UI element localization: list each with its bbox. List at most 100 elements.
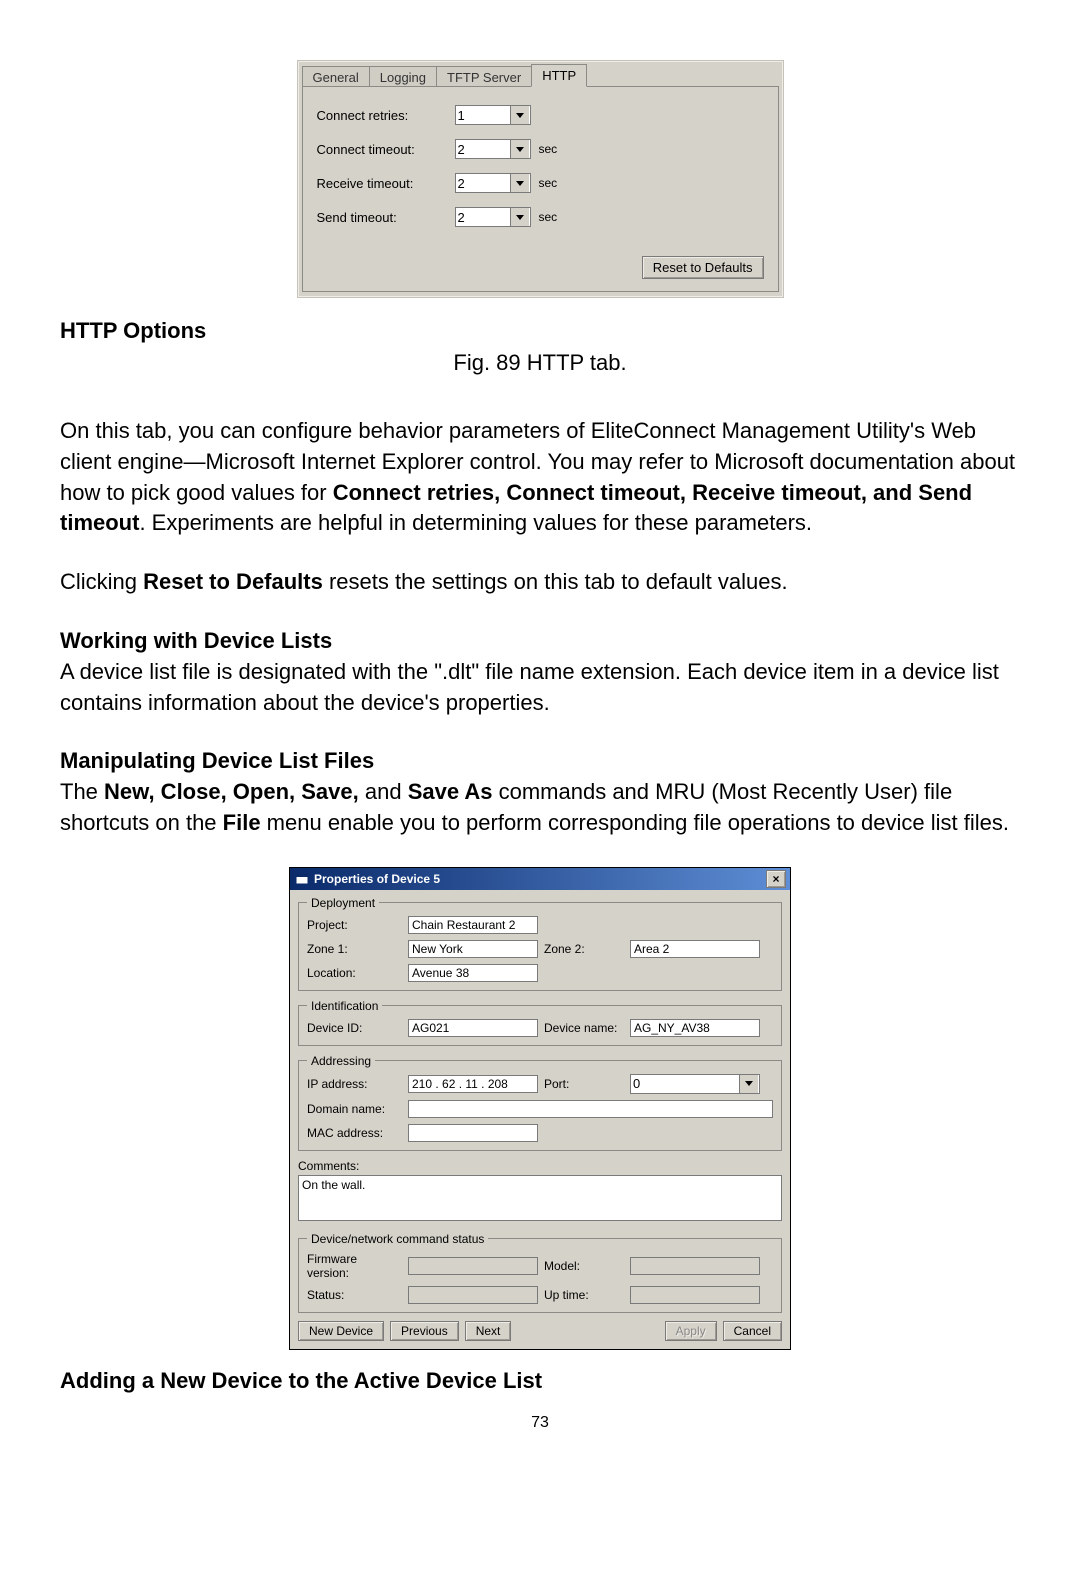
group-deployment: Deployment Project: Zone 1: Zone 2: Loca… bbox=[298, 896, 782, 991]
connect-timeout-input[interactable] bbox=[456, 140, 510, 158]
row-send-timeout: Send timeout: sec bbox=[317, 207, 764, 227]
project-label: Project: bbox=[307, 918, 402, 932]
text: The bbox=[60, 779, 104, 804]
device-id-input[interactable] bbox=[408, 1019, 538, 1037]
device-name-label: Device name: bbox=[544, 1021, 624, 1035]
dialog-title: Properties of Device 5 bbox=[314, 872, 440, 886]
group-addressing: Addressing IP address: Port: Domain name… bbox=[298, 1054, 782, 1151]
chevron-down-icon[interactable] bbox=[510, 140, 529, 158]
next-button[interactable]: Next bbox=[465, 1321, 512, 1341]
text: menu enable you to perform corresponding… bbox=[261, 810, 1009, 835]
tab-tftp-server[interactable]: TFTP Server bbox=[436, 66, 532, 88]
receive-timeout-input[interactable] bbox=[456, 174, 510, 192]
model-label: Model: bbox=[544, 1259, 624, 1273]
port-input[interactable] bbox=[631, 1075, 739, 1093]
para-manipulating: Manipulating Device List Files The New, … bbox=[60, 746, 1020, 838]
window-icon bbox=[294, 871, 310, 887]
group-status: Device/network command status Firmware v… bbox=[298, 1232, 782, 1313]
receive-timeout-label: Receive timeout: bbox=[317, 176, 447, 191]
mac-label: MAC address: bbox=[307, 1126, 402, 1140]
group-identification: Identification Device ID: Device name: bbox=[298, 999, 782, 1046]
para-working-with: Working with Device Lists A device list … bbox=[60, 626, 1020, 718]
status-label: Status: bbox=[307, 1288, 402, 1302]
device-name-input[interactable] bbox=[630, 1019, 760, 1037]
adding-new-heading: Adding a New Device to the Active Device… bbox=[60, 1368, 1020, 1394]
tab-logging[interactable]: Logging bbox=[369, 66, 437, 88]
chevron-down-icon[interactable] bbox=[510, 208, 529, 226]
location-label: Location: bbox=[307, 966, 402, 980]
text: Clicking bbox=[60, 569, 143, 594]
ip-input[interactable] bbox=[408, 1075, 538, 1093]
connect-timeout-combo[interactable] bbox=[455, 139, 531, 159]
dialog-body: Deployment Project: Zone 1: Zone 2: Loca… bbox=[290, 890, 790, 1349]
connect-timeout-unit: sec bbox=[539, 142, 558, 156]
receive-timeout-combo[interactable] bbox=[455, 173, 531, 193]
identification-legend: Identification bbox=[307, 999, 382, 1013]
zone2-input[interactable] bbox=[630, 940, 760, 958]
page-number: 73 bbox=[60, 1414, 1020, 1432]
ip-label: IP address: bbox=[307, 1077, 402, 1091]
zone1-label: Zone 1: bbox=[307, 942, 402, 956]
model-input bbox=[630, 1257, 760, 1275]
text: A device list file is designated with th… bbox=[60, 659, 999, 715]
properties-dialog: Properties of Device 5 × Deployment Proj… bbox=[289, 867, 791, 1350]
status-legend: Device/network command status bbox=[307, 1232, 488, 1246]
connect-retries-input[interactable] bbox=[456, 106, 510, 124]
comments-label: Comments: bbox=[298, 1159, 782, 1173]
uptime-input bbox=[630, 1286, 760, 1304]
domain-input[interactable] bbox=[408, 1100, 773, 1118]
fw-label: Firmware version: bbox=[307, 1252, 402, 1280]
working-with-heading: Working with Device Lists bbox=[60, 626, 1020, 657]
send-timeout-unit: sec bbox=[539, 210, 558, 224]
text: . Experiments are helpful in determining… bbox=[139, 510, 812, 535]
tab-body: Connect retries: Connect timeout: sec Re… bbox=[302, 86, 779, 292]
text-bold: File bbox=[223, 810, 261, 835]
para-http-intro: On this tab, you can configure behavior … bbox=[60, 416, 1020, 539]
device-id-label: Device ID: bbox=[307, 1021, 402, 1035]
mac-input[interactable] bbox=[408, 1124, 538, 1142]
connect-retries-label: Connect retries: bbox=[317, 108, 447, 123]
close-button[interactable]: × bbox=[766, 870, 786, 888]
port-combo[interactable] bbox=[630, 1074, 760, 1094]
row-connect-timeout: Connect timeout: sec bbox=[317, 139, 764, 159]
text: and bbox=[359, 779, 408, 804]
previous-button[interactable]: Previous bbox=[390, 1321, 459, 1341]
dialog-button-row: New Device Previous Next Apply Cancel bbox=[298, 1321, 782, 1341]
figure-caption: Fig. 89 HTTP tab. bbox=[60, 350, 1020, 376]
page: General Logging TFTP Server HTTP Connect… bbox=[0, 0, 1080, 1570]
text: resets the settings on this tab to defau… bbox=[323, 569, 788, 594]
send-timeout-input[interactable] bbox=[456, 208, 510, 226]
chevron-down-icon[interactable] bbox=[510, 174, 529, 192]
domain-label: Domain name: bbox=[307, 1102, 402, 1116]
text-bold: New, Close, Open, Save, bbox=[104, 779, 359, 804]
send-timeout-combo[interactable] bbox=[455, 207, 531, 227]
zone2-label: Zone 2: bbox=[544, 942, 624, 956]
zone1-input[interactable] bbox=[408, 940, 538, 958]
tab-http[interactable]: HTTP bbox=[531, 64, 587, 87]
reset-to-defaults-button[interactable]: Reset to Defaults bbox=[642, 256, 764, 279]
row-connect-retries: Connect retries: bbox=[317, 105, 764, 125]
cancel-button[interactable]: Cancel bbox=[723, 1321, 782, 1341]
row-receive-timeout: Receive timeout: sec bbox=[317, 173, 764, 193]
para-reset: Clicking Reset to Defaults resets the se… bbox=[60, 567, 1020, 598]
addressing-legend: Addressing bbox=[307, 1054, 375, 1068]
http-options-heading: HTTP Options bbox=[60, 318, 206, 344]
chevron-down-icon[interactable] bbox=[510, 106, 529, 124]
fw-input bbox=[408, 1257, 538, 1275]
chevron-down-icon[interactable] bbox=[739, 1075, 758, 1093]
status-input bbox=[408, 1286, 538, 1304]
http-tab-screenshot: General Logging TFTP Server HTTP Connect… bbox=[297, 60, 784, 298]
apply-button[interactable]: Apply bbox=[665, 1321, 717, 1341]
comments-textarea[interactable] bbox=[298, 1175, 782, 1221]
location-input[interactable] bbox=[408, 964, 538, 982]
connect-timeout-label: Connect timeout: bbox=[317, 142, 447, 157]
port-label: Port: bbox=[544, 1077, 624, 1091]
tab-general[interactable]: General bbox=[302, 66, 370, 88]
project-input[interactable] bbox=[408, 916, 538, 934]
http-options-row: HTTP Options bbox=[60, 318, 1020, 344]
manipulating-heading: Manipulating Device List Files bbox=[60, 746, 1020, 777]
connect-retries-combo[interactable] bbox=[455, 105, 531, 125]
new-device-button[interactable]: New Device bbox=[298, 1321, 384, 1341]
receive-timeout-unit: sec bbox=[539, 176, 558, 190]
deployment-legend: Deployment bbox=[307, 896, 379, 910]
